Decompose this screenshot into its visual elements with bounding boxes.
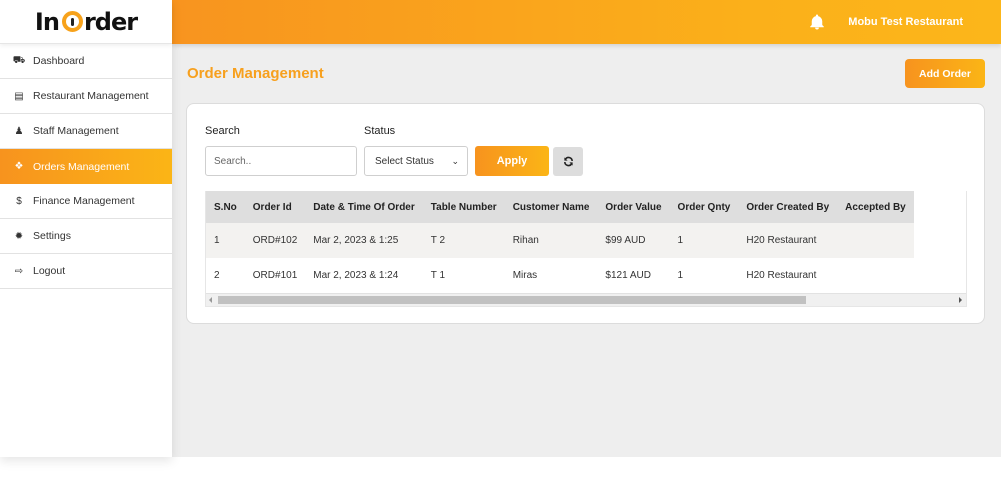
table-row[interactable]: 1 ORD#102 Mar 2, 2023 & 1:25 T 2 Rihan $… [206,223,914,258]
chevron-down-icon: ⌄ [451,156,459,166]
person-icon: ♟ [14,125,24,137]
cell-order-value: $121 AUD [597,258,670,293]
cubes-icon: ❖ [14,161,24,172]
cell-order-created-by: H20 Restaurant [738,223,838,258]
column-header-order-value[interactable]: Order Value [597,191,670,223]
bell-icon[interactable] [808,13,826,31]
sidebar-item-settings[interactable]: ✹ Settings [0,219,172,254]
logo[interactable]: In rder [0,0,172,44]
logo-left: In [34,7,60,36]
cell-sno: 2 [206,258,245,293]
table-header-row: S.No Order Id Date & Time Of Order Table… [206,191,914,223]
sidebar-item-logout[interactable]: ⇨ Logout [0,254,172,289]
sidebar-item-label: Settings [33,230,71,242]
sidebar-item-label: Orders Management [33,160,130,173]
gear-icon: ✹ [14,230,24,242]
scroll-left-arrow-icon[interactable] [209,297,212,303]
sidebar-item-label: Logout [33,265,66,277]
orders-card: Search Status Select Status ⌄ Apply S.No… [186,103,985,324]
status-select[interactable]: Select Status ⌄ [364,146,468,176]
table-row[interactable]: 2 ORD#101 Mar 2, 2023 & 1:24 T 1 Miras $… [206,258,914,293]
logout-icon: ⇨ [14,265,24,277]
logo-o-icon [61,11,83,32]
sidebar-item-label: Restaurant Management [33,90,149,102]
sidebar-item-label: Finance Management [33,195,135,207]
sidebar-item-staff-management[interactable]: ♟ Staff Management [0,114,172,149]
cell-accepted-by [837,258,914,293]
logo-text: In rder [34,7,138,36]
scroll-right-arrow-icon[interactable] [959,297,962,303]
column-header-table-number[interactable]: Table Number [422,191,505,223]
orders-table-container: S.No Order Id Date & Time Of Order Table… [205,191,967,307]
logo-right: rder [83,7,138,36]
cell-customer-name: Miras [504,258,598,293]
dashboard-icon: ⛟ [12,54,26,66]
column-header-accepted-by[interactable]: Accepted By [837,191,914,223]
cell-table-number: T 2 [422,223,505,258]
apply-button[interactable]: Apply [475,146,549,176]
building-icon: ▤ [14,90,24,102]
search-label: Search [205,125,240,137]
cell-order-value: $99 AUD [597,223,670,258]
column-header-date-time[interactable]: Date & Time Of Order [305,191,423,223]
column-header-order-qnty[interactable]: Order Qnty [669,191,739,223]
sidebar-item-orders-management[interactable]: ❖ Orders Management [0,149,172,184]
column-header-sno[interactable]: S.No [206,191,245,223]
cell-date-time: Mar 2, 2023 & 1:25 [305,223,423,258]
scrollbar-thumb[interactable] [218,296,806,304]
cell-order-qnty: 1 [669,223,739,258]
sidebar-item-finance-management[interactable]: $ Finance Management [0,184,172,219]
sidebar-item-label: Staff Management [33,125,119,137]
refresh-button[interactable] [553,147,583,176]
sidebar-item-label: Dashboard [33,55,85,67]
refresh-icon [563,156,573,167]
cell-order-qnty: 1 [669,258,739,293]
topbar: Mobu Test Restaurant [172,0,1001,44]
search-input[interactable] [205,146,357,176]
horizontal-scrollbar[interactable] [206,293,966,306]
page-title: Order Management [187,65,324,82]
cell-date-time: Mar 2, 2023 & 1:24 [305,258,423,293]
sidebar-nav: ⛟ Dashboard ▤ Restaurant Management ♟ St… [0,44,172,289]
sidebar-item-dashboard[interactable]: ⛟ Dashboard [0,44,172,79]
column-header-customer-name[interactable]: Customer Name [504,191,598,223]
orders-table: S.No Order Id Date & Time Of Order Table… [206,191,914,293]
cell-order-created-by: H20 Restaurant [738,258,838,293]
app: In rder ⛟ Dashboard ▤ Restaurant Managem… [0,0,1001,502]
cell-customer-name: Rihan [504,223,598,258]
status-label: Status [364,125,396,137]
cell-accepted-by [837,223,914,258]
column-header-order-id[interactable]: Order Id [244,191,306,223]
restaurant-name[interactable]: Mobu Test Restaurant [848,16,963,28]
dollar-icon: $ [16,195,22,207]
sidebar-item-restaurant-management[interactable]: ▤ Restaurant Management [0,79,172,114]
add-order-button[interactable]: Add Order [905,59,985,88]
cell-order-id: ORD#102 [244,223,306,258]
cell-sno: 1 [206,223,245,258]
sidebar: In rder ⛟ Dashboard ▤ Restaurant Managem… [0,0,172,457]
main-content: Order Management Add Order Search Status… [172,44,1001,457]
cell-table-number: T 1 [422,258,505,293]
column-header-order-created-by[interactable]: Order Created By [738,191,838,223]
cell-order-id: ORD#101 [244,258,306,293]
status-selected-value: Select Status [375,155,434,167]
